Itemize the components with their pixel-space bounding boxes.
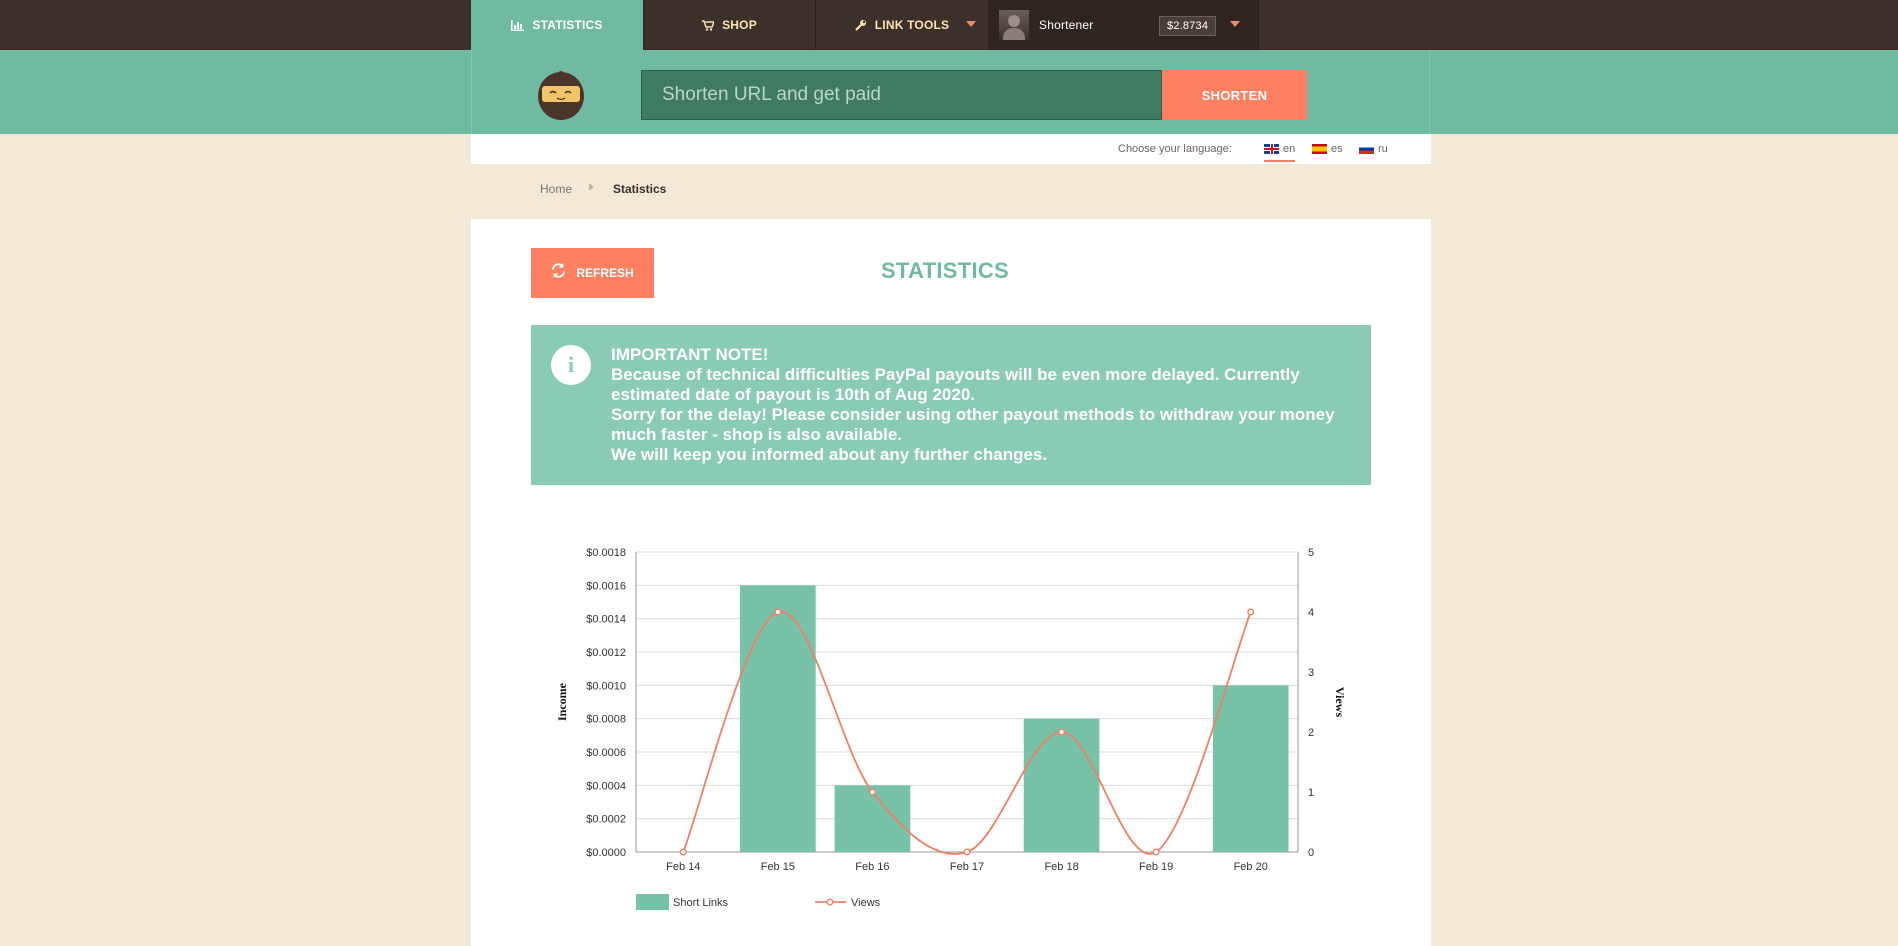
user-menu[interactable]: Shortener $2.8734 <box>989 0 1259 50</box>
breadcrumb-home[interactable]: Home <box>540 182 572 196</box>
note-line: Sorry for the delay! Please consider usi… <box>611 405 1335 444</box>
views-point <box>774 608 782 616</box>
tab-link-tools[interactable]: LINK TOOLS <box>816 0 989 50</box>
refresh-icon <box>551 263 566 283</box>
note-line: Because of technical difficulties PayPal… <box>611 365 1300 404</box>
balance-badge: $2.8734 <box>1159 16 1217 36</box>
note-heading: IMPORTANT NOTE! <box>611 345 769 364</box>
content-column: Choose your language: en es ru Home Stat… <box>471 134 1431 946</box>
language-ru[interactable]: ru <box>1359 143 1388 155</box>
wrench-icon <box>854 19 867 31</box>
note-text: IMPORTANT NOTE! Because of technical dif… <box>611 345 1351 465</box>
y-tick-label: $0.0012 <box>586 647 626 659</box>
legend-label: Short Links <box>673 897 729 909</box>
x-tick-label: Feb 17 <box>950 861 984 873</box>
url-input[interactable] <box>641 70 1162 120</box>
y-tick-label: $0.0018 <box>586 547 626 559</box>
important-note: i IMPORTANT NOTE! Because of technical d… <box>531 325 1371 485</box>
language-es-label: es <box>1331 143 1343 155</box>
bar <box>740 585 816 852</box>
chart-svg: $0.0000 $0.0002 $0.0004 $0.0006 $0.0008 $0.00… <box>555 547 1347 910</box>
y-tick-label: $0.0006 <box>586 747 626 759</box>
y-tick-label: $0.0014 <box>586 614 626 626</box>
top-navbar: STATISTICS SHOP LINK TOOLS Shortener $2.… <box>0 0 1898 50</box>
views-point <box>1152 848 1160 856</box>
y-tick-label: $0.0010 <box>586 680 626 692</box>
info-icon: i <box>551 345 591 385</box>
y-tick-label: $0.0002 <box>586 814 626 826</box>
shorten-button[interactable]: SHORTEN <box>1162 70 1307 120</box>
breadcrumb-current: Statistics <box>613 182 667 196</box>
note-line: We will keep you informed about any furt… <box>611 445 1048 464</box>
main-nav: STATISTICS SHOP LINK TOOLS Shortener $2.… <box>471 0 1259 50</box>
ninja-logo <box>537 69 585 121</box>
y2-tick-label: 0 <box>1308 847 1314 859</box>
y2-tick-label: 3 <box>1308 667 1314 679</box>
uk-flag-icon <box>1264 144 1279 154</box>
language-en-label: en <box>1283 143 1296 155</box>
y-tick-label: $0.0016 <box>586 580 626 592</box>
chevron-down-icon <box>966 21 976 27</box>
bar <box>1023 718 1100 852</box>
statistics-chart: $0.0000 $0.0002 $0.0004 $0.0006 $0.0008 $0.00… <box>471 524 1431 946</box>
tab-shop[interactable]: SHOP <box>644 0 816 50</box>
views-point <box>1058 728 1066 736</box>
y-axis-title: Income <box>555 682 569 721</box>
page-title: STATISTICS <box>880 258 1010 283</box>
tab-statistics[interactable]: STATISTICS <box>471 0 644 50</box>
tab-statistics-label: STATISTICS <box>532 18 603 32</box>
russia-flag-icon <box>1359 144 1374 154</box>
user-name: Shortener <box>1039 18 1094 32</box>
chevron-right-icon <box>589 183 594 191</box>
bar <box>1212 685 1289 852</box>
y2-axis-title: Views <box>1333 687 1347 718</box>
language-en[interactable]: en <box>1264 143 1296 162</box>
y-tick-label: $0.0000 <box>586 847 626 859</box>
y2-tick-label: 5 <box>1308 547 1314 559</box>
y2-tick-label: 2 <box>1308 727 1314 739</box>
refresh-label: REFRESH <box>576 266 634 280</box>
spain-flag-icon <box>1312 144 1327 154</box>
y-tick-label: $0.0008 <box>586 714 626 726</box>
breadcrumb: Home Statistics <box>471 164 1431 219</box>
y-tick-label: $0.0004 <box>586 780 626 792</box>
avatar <box>999 10 1029 40</box>
views-point <box>963 848 971 856</box>
views-point <box>679 848 687 856</box>
y2-tick-label: 1 <box>1308 787 1314 799</box>
x-tick-label: Feb 14 <box>666 861 700 873</box>
tab-link-tools-label: LINK TOOLS <box>874 18 950 32</box>
y2-tick-label: 4 <box>1308 607 1314 619</box>
views-point <box>1247 608 1255 616</box>
x-tick-label: Feb 20 <box>1234 861 1268 873</box>
cart-icon <box>702 19 715 31</box>
chevron-down-icon <box>1230 21 1240 27</box>
x-tick-label: Feb 19 <box>1139 861 1173 873</box>
views-point <box>868 788 876 796</box>
bar-chart-icon <box>511 19 525 31</box>
language-label: Choose your language: <box>1118 143 1232 155</box>
legend-swatch-bars <box>636 894 669 910</box>
x-tick-label: Feb 16 <box>855 861 889 873</box>
language-bar: Choose your language: en es ru <box>471 134 1431 164</box>
refresh-button[interactable]: REFRESH <box>531 248 654 298</box>
x-tick-label: Feb 18 <box>1044 861 1078 873</box>
legend-swatch-point <box>826 898 834 906</box>
tab-shop-label: SHOP <box>722 18 757 32</box>
language-ru-label: ru <box>1378 143 1388 155</box>
language-es[interactable]: es <box>1312 143 1343 155</box>
legend-label: Views <box>851 897 881 909</box>
x-tick-label: Feb 15 <box>761 861 795 873</box>
